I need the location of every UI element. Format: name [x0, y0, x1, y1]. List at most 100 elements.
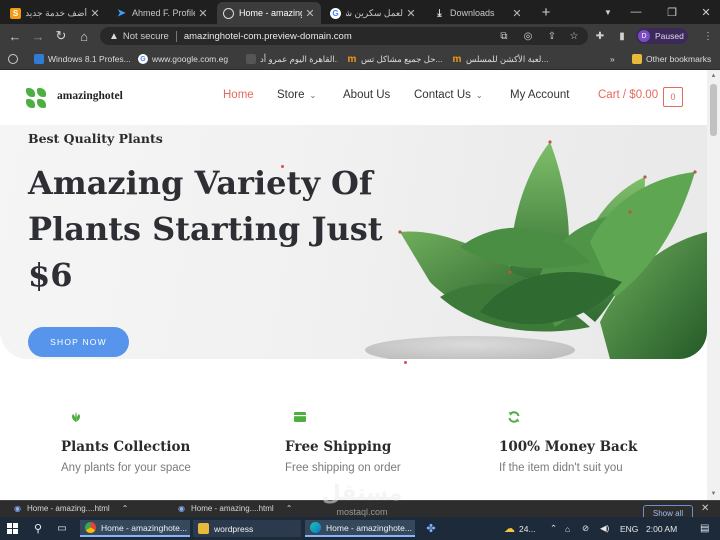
globe-icon — [223, 7, 234, 19]
bookmark-label: لعبة الأكشن للمسلس... — [466, 53, 549, 64]
tray-overflow-icon[interactable]: ⌃ — [550, 520, 557, 537]
chevron-up-icon[interactable]: ⌃ — [122, 504, 129, 513]
nav-home[interactable]: Home — [223, 89, 254, 101]
browser-tab[interactable]: S أضف خدمة جديدة ✕ — [4, 2, 106, 24]
hero-title-line: Plants Starting Just — [28, 210, 383, 248]
decorative-dot — [281, 165, 284, 168]
other-bookmarks-label: Other bookmarks — [646, 54, 712, 64]
home-icon[interactable]: ⌂ — [75, 27, 93, 45]
nav-about-us[interactable]: About Us — [343, 89, 390, 101]
bookmark-item[interactable]: Windows 8.1 Profes... — [34, 52, 130, 66]
search-icon[interactable]: ⚲ — [30, 520, 46, 537]
scrollbar-thumb[interactable] — [710, 84, 717, 136]
language-indicator[interactable]: ENG — [620, 520, 638, 537]
close-download-shelf-icon[interactable]: ✕ — [701, 503, 709, 514]
watermark-arabic: مستقل — [321, 481, 403, 506]
share-icon[interactable]: ⇪ — [544, 28, 560, 44]
bookmark-label: القاهرة اليوم عمرو أد... — [260, 53, 338, 64]
bookmark-star-icon[interactable]: ☆ — [566, 28, 582, 44]
new-tab-icon[interactable]: + — [534, 0, 558, 24]
browser-tab[interactable]: G لعمل سكرين شو ✕ — [324, 2, 422, 24]
download-item[interactable]: ◉ Home - amazing....html ⌃ — [14, 504, 128, 513]
nav-contact-us[interactable]: Contact Us ⌄ — [414, 89, 483, 101]
weather-temp: 24... — [519, 523, 536, 534]
folder-icon — [632, 54, 642, 64]
bookmark-globe-icon[interactable] — [8, 52, 24, 66]
nav-label: Store — [277, 89, 305, 101]
menu-dots-icon[interactable]: ⋮ — [700, 28, 716, 44]
taskbar-app-folder[interactable]: wordpress — [193, 520, 301, 537]
restore-icon[interactable]: ❐ — [660, 0, 684, 24]
cart-count-badge[interactable]: 0 — [663, 87, 683, 107]
bookmark-item[interactable]: القاهرة اليوم عمرو أد... — [246, 52, 338, 66]
browser-toolbar: ← → ↻ ⌂ ▲ Not secure amazinghotel-com.pr… — [0, 24, 720, 48]
bookmark-item[interactable]: m حل جميع مشاكل تس... — [347, 52, 443, 66]
feature-description: Any plants for your space — [61, 462, 191, 474]
scroll-down-icon[interactable]: ▼ — [707, 488, 720, 500]
feature-title: Plants Collection — [61, 439, 191, 455]
hide-eye-icon[interactable]: ◎ — [520, 28, 536, 44]
mostaql-icon: m — [452, 53, 462, 65]
profile-button[interactable]: D Paused — [636, 28, 688, 44]
close-tab-icon[interactable]: ✕ — [512, 7, 522, 20]
taskbar-app-label: Home - amazinghote... — [101, 522, 187, 533]
tab-search-icon[interactable]: ▼ — [596, 0, 620, 24]
notifications-icon[interactable]: ▤ — [700, 520, 709, 537]
browser-tab-active[interactable]: Home - amazing ✕ — [217, 2, 321, 24]
divider — [175, 30, 177, 42]
address-bar[interactable]: ▲ Not secure amazinghotel-com.preview-do… — [100, 27, 588, 45]
windows-logo-icon — [6, 523, 18, 534]
mostaql-icon: m — [347, 53, 357, 65]
extensions-icon[interactable]: ✚ — [592, 28, 608, 44]
forward-icon[interactable]: → — [29, 27, 47, 45]
taskbar-app-edge[interactable]: Home - amazinghote... — [305, 520, 415, 537]
tab-title: لعمل سكرين شو — [346, 7, 403, 18]
other-bookmarks[interactable]: Other bookmarks — [632, 52, 718, 66]
cart-link[interactable]: Cart / $0.00 — [598, 89, 658, 101]
close-tab-icon[interactable]: ✕ — [406, 7, 416, 20]
chevron-up-icon[interactable]: ⌃ — [286, 504, 293, 513]
volume-icon[interactable]: ◀) — [600, 520, 609, 537]
taskbar-app-chrome[interactable]: Home - amazinghote... — [80, 520, 190, 537]
chevron-down-icon: ⌄ — [475, 91, 483, 100]
page-scrollbar[interactable]: ▲ ▼ — [707, 70, 720, 500]
vpn-icon[interactable]: ⊘ — [582, 520, 589, 537]
bookmarks-bar: Windows 8.1 Profes... G www.google.com.e… — [0, 48, 720, 70]
reload-icon[interactable]: ↻ — [52, 27, 70, 45]
chevron-down-icon: ⌄ — [309, 91, 317, 100]
shop-now-button[interactable]: SHOP NOW — [28, 327, 129, 357]
brand-name[interactable]: amazinghotel — [57, 90, 123, 102]
browser-tab[interactable]: ➤ Ahmed F. Profile ✕ — [110, 2, 214, 24]
upwork-bird-icon: ➤ — [117, 7, 126, 19]
browser-tab[interactable]: ⤓ Downloads ✕ — [428, 2, 528, 24]
back-icon[interactable]: ← — [6, 27, 24, 45]
network-icon[interactable]: ⌂ — [565, 520, 570, 537]
nav-label: Contact Us — [414, 89, 471, 101]
bookmark-item[interactable]: m لعبة الأكشن للمسلس... — [452, 52, 556, 66]
start-button[interactable] — [5, 520, 19, 537]
close-tab-icon[interactable]: ✕ — [90, 7, 100, 20]
close-window-icon[interactable]: ✕ — [694, 0, 718, 24]
scroll-up-icon[interactable]: ▲ — [707, 70, 720, 82]
side-panel-icon[interactable]: ▮ — [614, 28, 630, 44]
minimize-icon[interactable]: — — [624, 0, 648, 24]
close-tab-icon[interactable]: ✕ — [198, 7, 208, 20]
url-text[interactable]: amazinghotel-com.preview-domain.com — [184, 31, 352, 42]
security-label[interactable]: Not secure — [123, 31, 169, 42]
download-item[interactable]: ◉ Home - amazing....html ⌃ — [178, 504, 292, 513]
tab-title: أضف خدمة جديدة — [26, 7, 87, 18]
task-view-icon[interactable]: ▭ — [54, 520, 70, 537]
nav-store[interactable]: Store ⌄ — [277, 89, 316, 101]
show-all-downloads-button[interactable]: Show all — [643, 505, 693, 517]
close-tab-icon[interactable]: ✕ — [305, 7, 315, 20]
weather-widget[interactable]: ☁ 24... — [504, 520, 536, 537]
bookmark-item[interactable]: G www.google.com.eg — [138, 52, 238, 66]
logo-icon[interactable] — [26, 88, 46, 108]
translate-icon[interactable]: ⧉ — [496, 28, 512, 44]
app-pinned-icon[interactable]: ✤ — [423, 520, 439, 537]
google-icon: G — [330, 7, 341, 19]
nav-my-account[interactable]: My Account — [510, 89, 569, 101]
leaf-icon — [72, 412, 80, 422]
clock[interactable]: 2:00 AM — [646, 520, 677, 537]
more-bookmarks-icon[interactable]: » — [610, 52, 622, 66]
